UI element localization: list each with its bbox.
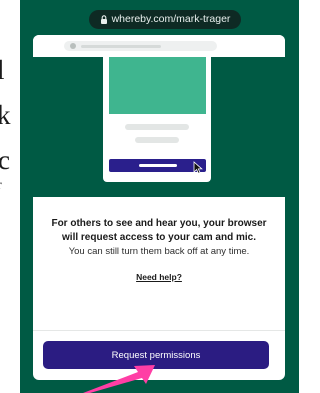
lock-icon [100,15,107,24]
mock-text-line [125,124,189,130]
url-bar[interactable]: whereby.com/mark-trager [89,10,241,29]
mouse-cursor-icon [193,161,203,174]
permission-subtext: You can still turn them back off at any … [68,246,250,257]
mock-lock-dot [70,43,76,49]
mock-browser-bar [33,35,285,57]
pink-arrow-icon [83,365,155,393]
background-text-fragment: r [0,178,2,194]
mock-button [109,159,206,172]
illustration [33,57,285,197]
permission-card: For others to see and hear you, your bro… [33,35,285,380]
permission-message: For others to see and hear you, your bro… [33,197,285,285]
background-text-fragment: l [0,55,5,85]
url-text: whereby.com/mark-trager [111,13,231,25]
mock-text-line [135,137,179,143]
background-text-fragment: k [0,100,11,130]
mock-url-line [81,45,161,48]
phone-screen: whereby.com/mark-trager For others to se… [20,0,299,393]
need-help-link[interactable]: Need help? [136,272,182,282]
mock-page [103,57,211,182]
mock-video-tile [109,57,206,114]
background-text-fragment: c [0,145,10,175]
permission-headline: For others to see and hear you, your bro… [51,218,267,243]
